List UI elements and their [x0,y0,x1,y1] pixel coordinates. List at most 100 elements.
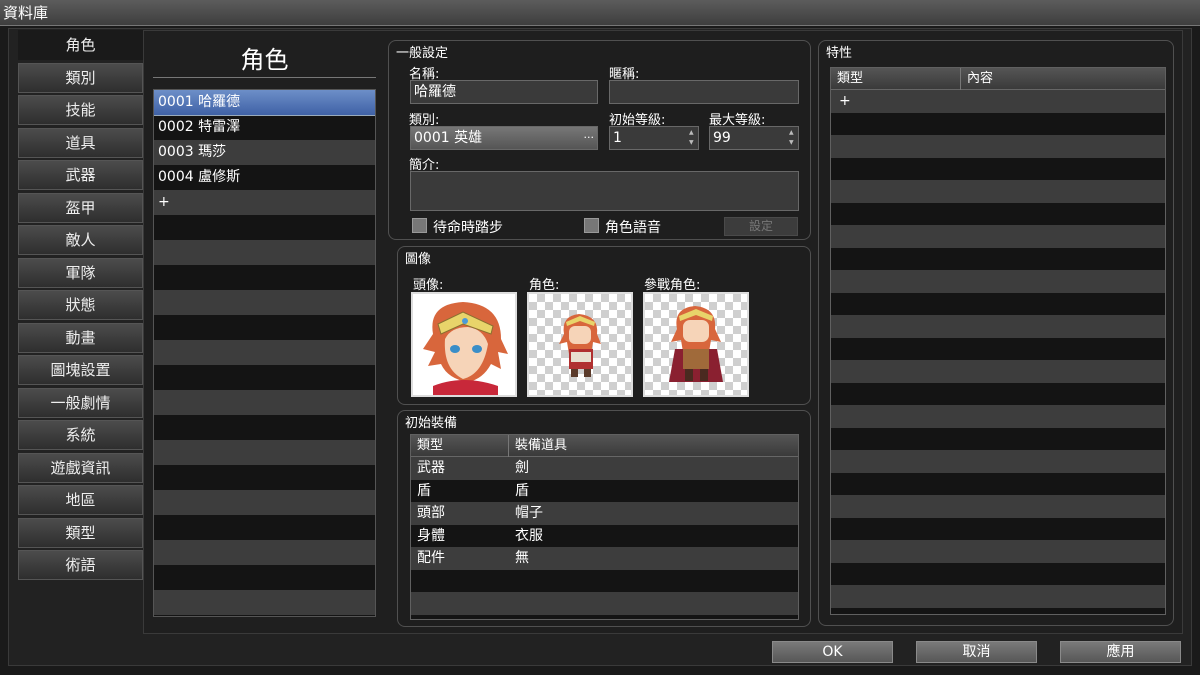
tab-common-events[interactable]: 一般劇情 [18,387,143,418]
table-row[interactable] [831,292,1165,315]
tab-troops[interactable]: 軍隊 [18,257,143,288]
table-row[interactable] [831,472,1165,495]
table-row[interactable] [831,135,1165,158]
nickname-field[interactable] [609,80,799,104]
cancel-button[interactable]: 取消 [916,641,1037,663]
tab-terms[interactable]: 術語 [18,550,143,580]
step-anim-checkbox[interactable] [412,218,427,233]
table-row[interactable]: 身體 衣服 [411,524,798,547]
list-empty-row[interactable] [154,240,375,265]
table-row[interactable]: 盾盾 [411,479,798,502]
table-row[interactable] [831,360,1165,383]
table-row[interactable] [831,517,1165,540]
tab-armors[interactable]: 盔甲 [18,192,143,223]
traits-title: 特性 [826,46,853,61]
ellipsis-icon[interactable]: ··· [584,127,595,149]
actor-list-item[interactable]: 0001 哈羅德 [154,90,375,116]
table-row[interactable]: 配件 無 [411,547,798,570]
list-empty-row[interactable] [154,265,375,290]
ok-button[interactable]: OK [772,641,893,663]
tab-items[interactable]: 道具 [18,127,143,158]
table-row[interactable] [831,157,1165,180]
equipment-col-item[interactable]: 裝備道具 [509,435,798,457]
tab-types[interactable]: 類型 [18,517,143,548]
list-empty-row[interactable] [154,215,375,240]
table-row[interactable] [831,180,1165,203]
list-empty-row[interactable] [154,615,375,616]
list-empty-row[interactable] [154,590,375,615]
traits-table[interactable]: 類型 內容 + [830,67,1166,615]
tab-enemies[interactable]: 敵人 [18,225,143,255]
battler-image[interactable] [643,292,749,397]
character-image[interactable] [527,292,633,397]
list-empty-row[interactable] [154,565,375,590]
window-title: 資料庫 [3,4,49,22]
tab-classes[interactable]: 類別 [18,62,143,93]
list-empty-row[interactable] [154,515,375,540]
spinner-arrows-icon[interactable]: ▲ ▼ [689,128,696,148]
spinner-arrows-icon[interactable]: ▲ ▼ [789,128,796,148]
voice-settings-button[interactable]: 設定 [724,217,798,236]
list-empty-row[interactable] [154,540,375,565]
table-row[interactable] [831,247,1165,270]
tab-tilesets[interactable]: 圖塊設置 [18,355,143,385]
list-empty-row[interactable] [154,465,375,490]
equipment-col-type[interactable]: 類型 [411,435,509,457]
face-portrait-icon [413,294,515,395]
traits-col-content[interactable]: 內容 [961,68,1165,90]
profile-field[interactable] [410,171,799,211]
max-level-spinner[interactable]: 99 ▲ ▼ [709,126,799,150]
tab-system[interactable]: 系統 [18,420,143,450]
table-row[interactable] [831,540,1165,563]
table-row[interactable] [831,202,1165,225]
tab-skills[interactable]: 技能 [18,95,143,125]
tab-actors[interactable]: 角色 [18,30,143,60]
list-empty-row[interactable] [154,390,375,415]
table-row[interactable] [831,337,1165,360]
actor-list[interactable]: 0001 哈羅德 0002 特雷澤 0003 瑪莎 0004 盧修斯 + [153,89,376,617]
initial-level-spinner[interactable]: 1 ▲ ▼ [609,126,699,150]
table-row[interactable] [831,405,1165,428]
tab-weapons[interactable]: 武器 [18,160,143,190]
tab-states[interactable]: 狀態 [18,290,143,320]
table-row[interactable] [831,562,1165,585]
list-empty-row[interactable] [154,365,375,390]
table-row[interactable] [831,270,1165,293]
list-empty-row[interactable] [154,440,375,465]
face-image[interactable] [411,292,517,397]
list-empty-row[interactable] [154,490,375,515]
table-row[interactable] [411,592,798,615]
tab-game-info[interactable]: 遊戲資訊 [18,452,143,483]
tab-regions[interactable]: 地區 [18,485,143,515]
actor-list-item[interactable]: 0002 特雷澤 [154,115,375,140]
table-row[interactable] [831,450,1165,473]
actor-list-item[interactable]: 0003 瑪莎 [154,140,375,165]
max-level-value: 99 [713,130,731,146]
list-empty-row[interactable] [154,315,375,340]
equip-type: 配件 [417,550,445,566]
list-empty-row[interactable] [154,415,375,440]
table-row[interactable]: 武器 劍 [411,457,798,480]
equipment-title: 初始裝備 [405,416,458,431]
apply-button[interactable]: 應用 [1060,641,1181,663]
table-row[interactable]: 頭部 帽子 [411,502,798,525]
name-field[interactable]: 哈羅德 [410,80,598,104]
table-row[interactable] [831,112,1165,135]
table-row[interactable] [831,315,1165,338]
actor-list-item[interactable]: 0004 盧修斯 [154,165,375,190]
table-row[interactable] [831,585,1165,608]
table-row[interactable] [831,382,1165,405]
table-row[interactable] [411,569,798,592]
add-trait-button[interactable]: + [831,90,1165,113]
table-row[interactable] [831,495,1165,518]
table-row[interactable] [831,225,1165,248]
list-empty-row[interactable] [154,340,375,365]
equipment-table[interactable]: 類型 裝備道具 武器劍 盾盾 頭部 帽子 身體 衣服 配件無 [410,434,799,620]
voice-checkbox[interactable] [584,218,599,233]
tab-animations[interactable]: 動畫 [18,322,143,353]
class-selector[interactable]: 0001 英雄 ··· [410,126,598,150]
table-row[interactable] [831,427,1165,450]
add-actor-button[interactable]: + [154,190,375,215]
traits-col-type[interactable]: 類型 [831,68,961,90]
list-empty-row[interactable] [154,290,375,315]
